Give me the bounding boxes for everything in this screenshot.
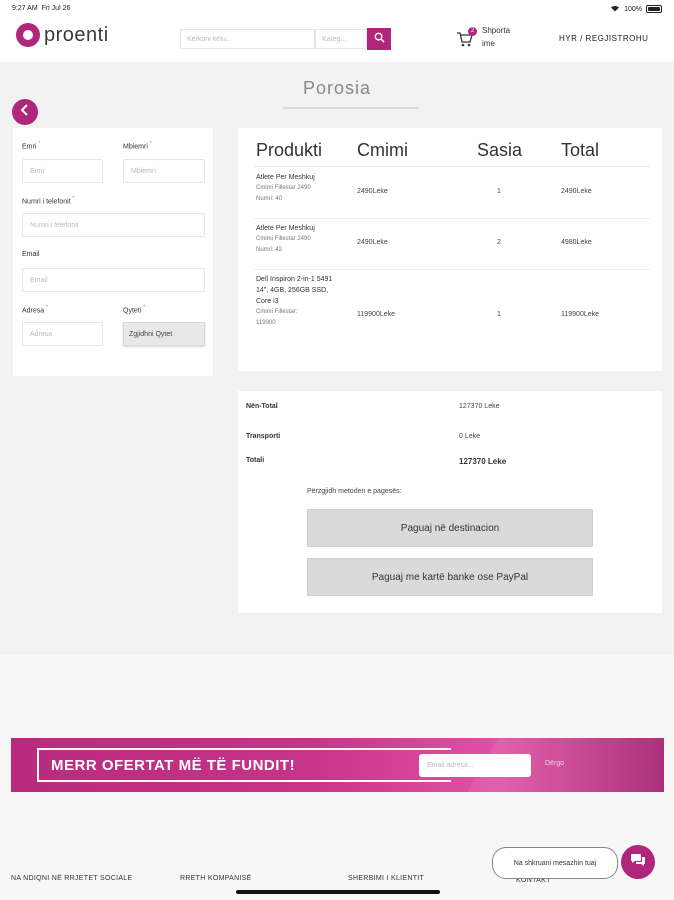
site-header: proenti Kërkoni këtu... Kateg... 2 Shpor… — [0, 18, 674, 62]
product-row-2-price: 2490Leke — [357, 239, 388, 246]
product-row-3-total: 119900Leke — [561, 311, 600, 318]
newsletter-headline: MERR OFERTAT MË TË FUNDIT! — [51, 757, 296, 774]
battery-icon — [646, 5, 662, 13]
col-header-qty: Sasia — [477, 140, 523, 160]
total-value: 127370 Leke — [459, 457, 507, 466]
email-input[interactable]: Email — [22, 268, 205, 292]
product-row-1-price: 2490Leke — [357, 188, 388, 195]
cart-label: Shporta ime — [482, 26, 511, 48]
order-products-table: Produkti Cmimi Sasia Total Atlete Per Me… — [238, 128, 662, 371]
logo-mark-icon — [16, 23, 40, 47]
cart-icon: 2 — [456, 27, 477, 48]
product-row-2-name: Atlete Per Meshkuj Cmimi Fillestar 2490 … — [256, 225, 315, 253]
product-row-2-total: 4980Leke — [561, 239, 592, 246]
phone-label: Numri i telefonit * — [22, 196, 75, 206]
payment-method-hint: Përzgjidh metoden e pagesës: — [307, 488, 402, 495]
status-time: 9:27 AM Fri Jul 26 — [12, 5, 71, 12]
footer-about-heading: RRETH KOMPANISË — [180, 875, 252, 882]
first-name-input[interactable]: Emri — [22, 159, 103, 183]
city-label: Qyteti * — [123, 305, 146, 315]
chat-button[interactable] — [621, 845, 655, 879]
search-bar: Kërkoni këtu... Kateg... — [180, 28, 392, 50]
order-summary: Nën-Total 127370 Leke Transporti 0 Leke … — [238, 391, 662, 613]
shipping-value: 0 Leke — [459, 433, 481, 440]
title-underline — [283, 107, 419, 109]
search-icon — [374, 30, 385, 48]
footer-service-heading: SHERBIMI I KLIENTIT — [348, 875, 425, 882]
pay-on-delivery-button[interactable]: Paguaj në destinacion — [307, 509, 593, 547]
row-divider — [254, 269, 650, 270]
first-name-label: Emri * — [22, 141, 41, 151]
cart-link[interactable]: 2 Shporta ime — [456, 24, 510, 50]
col-header-product: Produkti — [256, 140, 323, 160]
footer-social-heading: NA NDIQNI NË RRJETET SOCIALE — [11, 875, 133, 882]
category-select[interactable]: Kateg... — [315, 29, 367, 49]
logo-text: proenti — [44, 23, 109, 46]
page-title: Porosia — [302, 78, 372, 98]
product-row-1-name: Atlete Per Meshkuj Cmimi Fillestar 2490 … — [256, 174, 315, 202]
shipping-label: Transporti — [246, 433, 281, 440]
newsletter-submit-button[interactable]: Dërgo — [545, 760, 564, 767]
chevron-left-icon — [20, 103, 30, 121]
logo[interactable]: proenti — [16, 23, 109, 47]
product-row-1-total: 2490Leke — [561, 188, 592, 195]
row-divider — [254, 218, 650, 219]
search-button[interactable] — [367, 28, 391, 50]
col-header-total: Total — [561, 140, 600, 160]
cart-count-badge: 2 — [468, 27, 477, 36]
newsletter-banner: MERR OFERTAT MË TË FUNDIT! Email adresa.… — [11, 738, 664, 792]
customer-form: Emri * Emri Mbiemri * Mbiemri Numri i te… — [13, 128, 213, 376]
status-right: 100% — [610, 4, 662, 14]
chat-icon — [630, 853, 646, 872]
product-row-1-qty: 1 — [497, 188, 501, 195]
email-label: Email — [22, 251, 40, 258]
home-indicator — [236, 890, 440, 894]
back-button[interactable] — [12, 99, 38, 125]
subtotal-label: Nën-Total — [246, 403, 278, 410]
product-row-3-qty: 1 — [497, 311, 501, 318]
wifi-icon — [610, 4, 620, 14]
header-divider — [254, 166, 650, 167]
pay-by-card-button[interactable]: Paguaj me kartë banke ose PayPal — [307, 558, 593, 596]
product-row-2-qty: 2 — [497, 239, 501, 246]
last-name-input[interactable]: Mbiemri — [123, 159, 205, 183]
last-name-label: Mbiemri * — [123, 141, 152, 151]
col-header-price: Cmimi — [357, 140, 408, 160]
search-input[interactable]: Kërkoni këtu... — [180, 29, 315, 49]
chat-prompt[interactable]: Na shkruani mesazhin tuaj — [492, 847, 618, 879]
newsletter-email-input[interactable]: Email adresa... — [419, 754, 531, 777]
address-input[interactable]: Adresa — [22, 322, 103, 346]
login-register-link[interactable]: HYR / REGJISTROHU — [559, 34, 648, 43]
total-label: Totali — [246, 457, 265, 464]
address-label: Adresa * — [22, 305, 49, 315]
product-row-3-name: Dell Inspiron 2-in-1 5491 14", 4GB, 256G… — [256, 276, 333, 326]
status-bar: 9:27 AM Fri Jul 26 100% — [0, 0, 674, 18]
product-row-3-price: 119900Leke — [357, 311, 396, 318]
phone-input[interactable]: Numri i telefonit — [22, 213, 205, 237]
battery-percent: 100% — [624, 5, 642, 13]
city-select[interactable]: Zgjidhni Qytet — [123, 322, 205, 346]
subtotal-value: 127370 Leke — [459, 403, 500, 410]
